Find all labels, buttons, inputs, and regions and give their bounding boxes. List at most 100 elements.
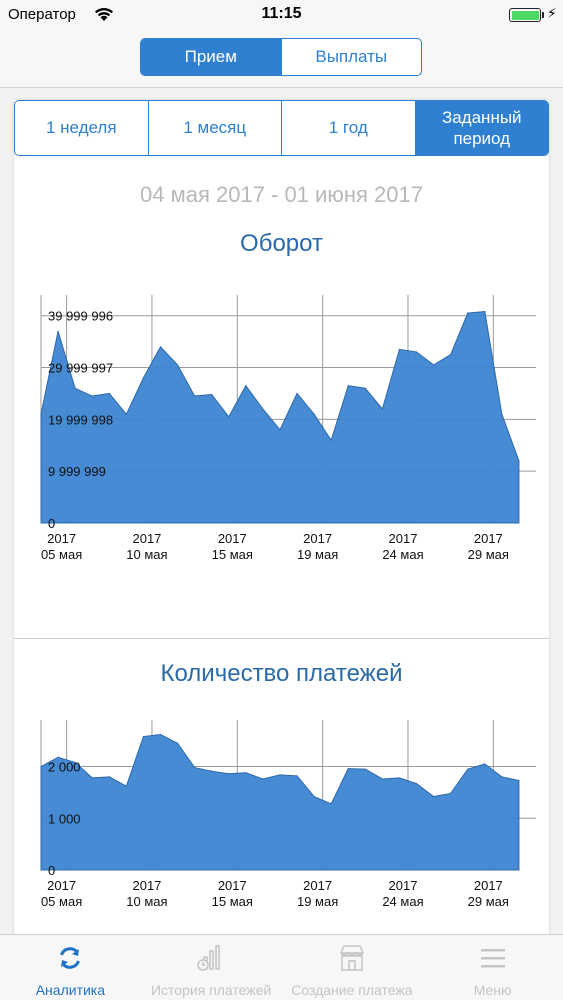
refresh-icon bbox=[60, 947, 81, 969]
area-series bbox=[40, 733, 520, 871]
tab-menu-label: Меню bbox=[473, 982, 512, 998]
x-tick-year: 2017 bbox=[47, 878, 76, 893]
x-tick-day: 10 мая bbox=[126, 547, 167, 562]
x-tick-year: 2017 bbox=[303, 878, 332, 893]
data-point bbox=[330, 439, 332, 441]
x-tick-day: 05 мая bbox=[41, 894, 82, 909]
status-time: 11:15 bbox=[261, 5, 302, 22]
payments-count-chart-title: Количество платежей bbox=[160, 660, 403, 687]
data-point bbox=[432, 795, 435, 798]
data-point bbox=[159, 733, 162, 736]
data-point bbox=[91, 395, 93, 397]
x-tick-year: 2017 bbox=[47, 531, 76, 546]
data-point bbox=[364, 768, 366, 770]
y-tick-label: 19 999 998 bbox=[48, 412, 113, 427]
data-point bbox=[415, 783, 418, 785]
y-tick-label: 29 999 997 bbox=[48, 361, 113, 376]
x-tick-day: 10 мая bbox=[126, 894, 167, 909]
data-point bbox=[450, 353, 452, 356]
data-point bbox=[125, 413, 127, 415]
y-tick-label: 1 000 bbox=[48, 811, 81, 826]
data-point bbox=[398, 777, 401, 779]
data-point bbox=[211, 393, 213, 396]
data-point bbox=[40, 765, 42, 768]
data-point bbox=[194, 766, 196, 769]
tab-analytics-label: Аналитика bbox=[35, 982, 106, 998]
data-point bbox=[313, 413, 315, 415]
data-point bbox=[176, 742, 179, 744]
data-point bbox=[279, 429, 281, 431]
data-point bbox=[296, 775, 298, 777]
x-tick-year: 2017 bbox=[389, 531, 418, 546]
data-point bbox=[125, 785, 127, 787]
data-point bbox=[211, 770, 213, 772]
period-selector: 1 неделя 1 месяц 1 год Заданный период bbox=[14, 100, 549, 156]
menu-icon bbox=[480, 949, 505, 968]
data-point bbox=[484, 310, 486, 313]
x-tick-year: 2017 bbox=[132, 878, 161, 893]
x-tick-day: 05 мая bbox=[41, 547, 82, 562]
data-point bbox=[313, 795, 315, 798]
chart-divider bbox=[14, 638, 549, 639]
status-bar: Оператор 11:15 ⚡ bbox=[0, 0, 563, 30]
history-icon bbox=[197, 945, 220, 971]
x-tick-day: 15 мая bbox=[212, 547, 253, 562]
period-custom[interactable]: Заданный период bbox=[414, 101, 548, 155]
receive-payout-segmented-control: Прием Выплаты bbox=[140, 38, 422, 76]
battery-icon bbox=[509, 8, 541, 22]
x-tick-day: 29 мая bbox=[468, 547, 509, 562]
data-point bbox=[432, 364, 435, 366]
charging-icon: ⚡ bbox=[547, 5, 557, 21]
data-point bbox=[262, 408, 264, 410]
data-point bbox=[40, 413, 42, 415]
data-point bbox=[279, 774, 281, 776]
data-point bbox=[381, 778, 383, 780]
period-month[interactable]: 1 месяц bbox=[147, 101, 282, 155]
tab-payment-history-label: История платежей bbox=[150, 982, 272, 998]
data-point bbox=[518, 460, 520, 462]
data-point bbox=[108, 392, 110, 395]
x-tick-year: 2017 bbox=[389, 878, 418, 893]
x-tick-day: 19 мая bbox=[297, 547, 338, 562]
payments-count-chart: 01 0002 000201705 мая201710 мая201715 ма… bbox=[40, 720, 536, 909]
data-point bbox=[159, 346, 162, 348]
period-custom-label: Заданный период bbox=[441, 107, 522, 148]
y-tick-label: 0 bbox=[48, 516, 55, 531]
period-week[interactable]: 1 неделя bbox=[15, 101, 148, 155]
data-point bbox=[57, 330, 59, 332]
data-point bbox=[415, 351, 418, 353]
period-year[interactable]: 1 год bbox=[281, 101, 415, 155]
data-point bbox=[484, 763, 486, 765]
x-tick-year: 2017 bbox=[474, 878, 503, 893]
data-point bbox=[74, 387, 76, 389]
date-range-label[interactable]: 04 мая 2017 - 01 июня 2017 bbox=[14, 182, 549, 208]
tab-analytics[interactable]: Аналитика bbox=[0, 935, 141, 1000]
data-point bbox=[108, 776, 110, 778]
tab-payment-history[interactable]: История платежей bbox=[141, 935, 282, 1000]
x-tick-year: 2017 bbox=[474, 531, 503, 546]
data-point bbox=[142, 735, 145, 738]
y-tick-label: 0 bbox=[48, 863, 55, 878]
turnover-chart-title: Оборот bbox=[240, 230, 323, 257]
x-tick-year: 2017 bbox=[303, 531, 332, 546]
data-point bbox=[467, 768, 469, 770]
tab-bar: Аналитика История платежей Создание плат… bbox=[0, 934, 563, 1000]
header: Прием Выплаты bbox=[0, 30, 563, 88]
data-point bbox=[501, 776, 503, 778]
data-point bbox=[245, 385, 247, 387]
data-point bbox=[176, 364, 179, 366]
x-tick-day: 24 мая bbox=[382, 894, 423, 909]
turnover-chart: 0 9 999 999 19 999 998 29 999 997 39 999 996… bbox=[40, 295, 536, 562]
data-point bbox=[228, 773, 230, 775]
tab-menu[interactable]: Меню bbox=[422, 935, 563, 1000]
tab-create-payment[interactable]: Создание платежа bbox=[282, 935, 423, 1000]
data-point bbox=[381, 408, 383, 410]
data-point bbox=[398, 348, 401, 351]
x-tick-day: 15 мая bbox=[212, 894, 253, 909]
segment-receive[interactable]: Прием bbox=[141, 39, 281, 75]
x-tick-year: 2017 bbox=[218, 878, 247, 893]
segment-payouts[interactable]: Выплаты bbox=[280, 39, 422, 75]
battery-cap bbox=[542, 12, 544, 18]
y-tick-label: 9 999 999 bbox=[48, 464, 106, 479]
data-point bbox=[57, 756, 59, 758]
